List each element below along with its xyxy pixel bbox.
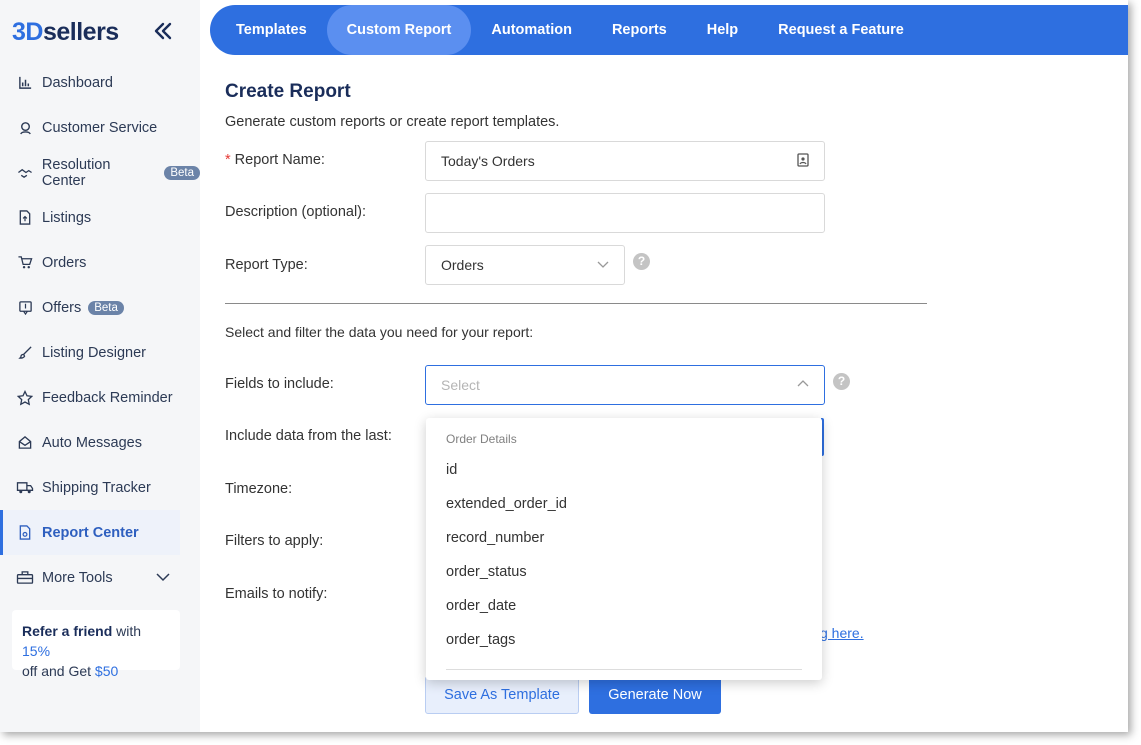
contact-card-icon	[797, 152, 809, 170]
report-type-select[interactable]: Orders	[425, 245, 625, 285]
report-name-label: * Report Name:	[225, 152, 325, 168]
sidebar-item-orders[interactable]: Orders	[0, 240, 200, 285]
beta-badge: Beta	[164, 165, 200, 180]
fields-dropdown: Order Details id extended_order_id recor…	[426, 418, 822, 680]
sidebar-item-label: Orders	[42, 254, 87, 271]
refer-friend-card[interactable]: Refer a friend with 15% off and Get $50	[12, 610, 180, 679]
fields-select[interactable]: Select	[425, 365, 825, 405]
tab-request-feature[interactable]: Request a Feature	[758, 5, 924, 55]
envelope-icon	[16, 434, 34, 452]
sidebar-item-more-tools[interactable]: More Tools	[0, 555, 200, 600]
sidebar-nav: Dashboard Customer Service Resolution Ce…	[0, 60, 200, 600]
tab-custom-report[interactable]: Custom Report	[326, 5, 472, 55]
help-icon[interactable]: ?	[833, 373, 850, 390]
filters-label: Filters to apply:	[225, 533, 324, 549]
tab-templates[interactable]: Templates	[216, 5, 327, 55]
offer-icon	[16, 299, 34, 317]
sidebar-item-auto-messages[interactable]: Auto Messages	[0, 420, 200, 465]
sidebar-item-listing-designer[interactable]: Listing Designer	[0, 330, 200, 375]
refer-title: Refer a friend	[22, 623, 113, 639]
sidebar-item-label: Dashboard	[42, 74, 113, 91]
sidebar-item-label: Listings	[42, 209, 92, 226]
refer-text: off and Get	[22, 663, 95, 679]
description-label: Description (optional):	[225, 204, 367, 220]
tab-help[interactable]: Help	[687, 5, 758, 55]
sidebar-item-label: Customer Service	[42, 119, 158, 136]
refer-amount: $50	[94, 663, 119, 679]
save-as-template-button[interactable]: Save As Template	[425, 676, 579, 714]
sidebar-item-label: Shipping Tracker	[42, 479, 151, 496]
headset-icon	[16, 119, 34, 137]
refer-percent: 15%	[22, 643, 51, 659]
sidebar-item-label: Listing Designer	[42, 344, 146, 361]
dropdown-arrow	[453, 418, 471, 427]
sidebar-item-label: Resolution Center	[41, 156, 111, 189]
info-link[interactable]: g here.	[820, 625, 864, 641]
report-type-label: Report Type:	[225, 257, 308, 273]
sidebar-item-shipping-tracker[interactable]: Shipping Tracker	[0, 465, 200, 510]
toolbox-icon	[16, 569, 34, 587]
option-extended-order-id[interactable]: extended_order_id	[446, 496, 567, 512]
report-type-value: Orders	[441, 257, 484, 273]
fields-placeholder: Select	[441, 377, 480, 393]
report-name-value: Today's Orders	[441, 153, 535, 169]
help-icon[interactable]: ?	[633, 253, 650, 270]
sidebar-item-dashboard[interactable]: Dashboard	[0, 60, 200, 105]
option-order-tags[interactable]: order_tags	[446, 632, 515, 648]
chevron-down-icon[interactable]	[155, 569, 171, 589]
sidebar-item-report-center[interactable]: Report Center	[0, 510, 180, 555]
cart-icon	[16, 254, 34, 272]
fields-label: Fields to include:	[225, 376, 334, 392]
description-input[interactable]	[425, 193, 825, 233]
option-record-number[interactable]: record_number	[446, 530, 544, 546]
generate-now-button[interactable]: Generate Now	[589, 676, 721, 714]
report-name-input[interactable]: Today's Orders	[425, 141, 825, 181]
collapse-sidebar-icon[interactable]	[152, 20, 176, 44]
truck-icon	[16, 479, 34, 497]
option-id[interactable]: id	[446, 462, 457, 478]
page-subtitle: Generate custom reports or create report…	[225, 114, 560, 130]
brush-icon	[16, 344, 34, 362]
option-order-date[interactable]: order_date	[446, 598, 516, 614]
document-upload-icon	[16, 209, 34, 227]
logo-sellers: sellers	[42, 18, 119, 46]
sidebar-item-label: Report Center	[42, 524, 139, 541]
required-asterisk: *	[225, 152, 231, 168]
bar-chart-icon	[16, 74, 34, 92]
emails-label: Emails to notify:	[225, 586, 328, 602]
top-nav: Templates Custom Report Automation Repor…	[210, 5, 1128, 55]
logo-3d: 3D	[12, 18, 43, 46]
option-group-label: Order Details	[446, 432, 517, 446]
timezone-label: Timezone:	[225, 481, 293, 497]
brand-logo[interactable]: 3Dsellers	[12, 18, 119, 47]
sidebar-item-resolution-center[interactable]: Resolution Center Beta	[0, 150, 200, 195]
tab-automation[interactable]: Automation	[471, 5, 592, 55]
beta-badge: Beta	[88, 300, 124, 315]
report-icon	[16, 524, 34, 542]
section-hint: Select and filter the data you need for …	[225, 324, 534, 340]
star-icon	[16, 389, 34, 407]
sidebar-item-listings[interactable]: Listings	[0, 195, 200, 240]
sidebar-item-label: Auto Messages	[42, 434, 142, 451]
sidebar-item-offers[interactable]: Offers Beta	[0, 285, 200, 330]
label-text: Report Name:	[234, 152, 325, 168]
sidebar-item-label: Feedback Reminder	[42, 389, 173, 406]
sidebar-item-label: Offers	[42, 299, 82, 316]
dropdown-divider	[446, 669, 802, 670]
include-data-label: Include data from the last:	[225, 428, 392, 444]
sidebar: 3Dsellers Dashboard Customer Service Res…	[0, 0, 200, 732]
section-divider	[225, 303, 927, 304]
sidebar-item-customer-service[interactable]: Customer Service	[0, 105, 200, 150]
refer-text: with	[112, 623, 142, 639]
option-order-status[interactable]: order_status	[446, 564, 527, 580]
app-window: 3Dsellers Dashboard Customer Service Res…	[0, 0, 1128, 732]
page-title: Create Report	[225, 81, 351, 102]
sidebar-item-feedback-reminder[interactable]: Feedback Reminder	[0, 375, 200, 420]
sidebar-item-label: More Tools	[42, 569, 113, 586]
chevron-up-icon	[797, 377, 809, 393]
handshake-icon	[16, 164, 34, 182]
tab-reports[interactable]: Reports	[592, 5, 687, 55]
chevron-down-icon	[597, 257, 609, 273]
